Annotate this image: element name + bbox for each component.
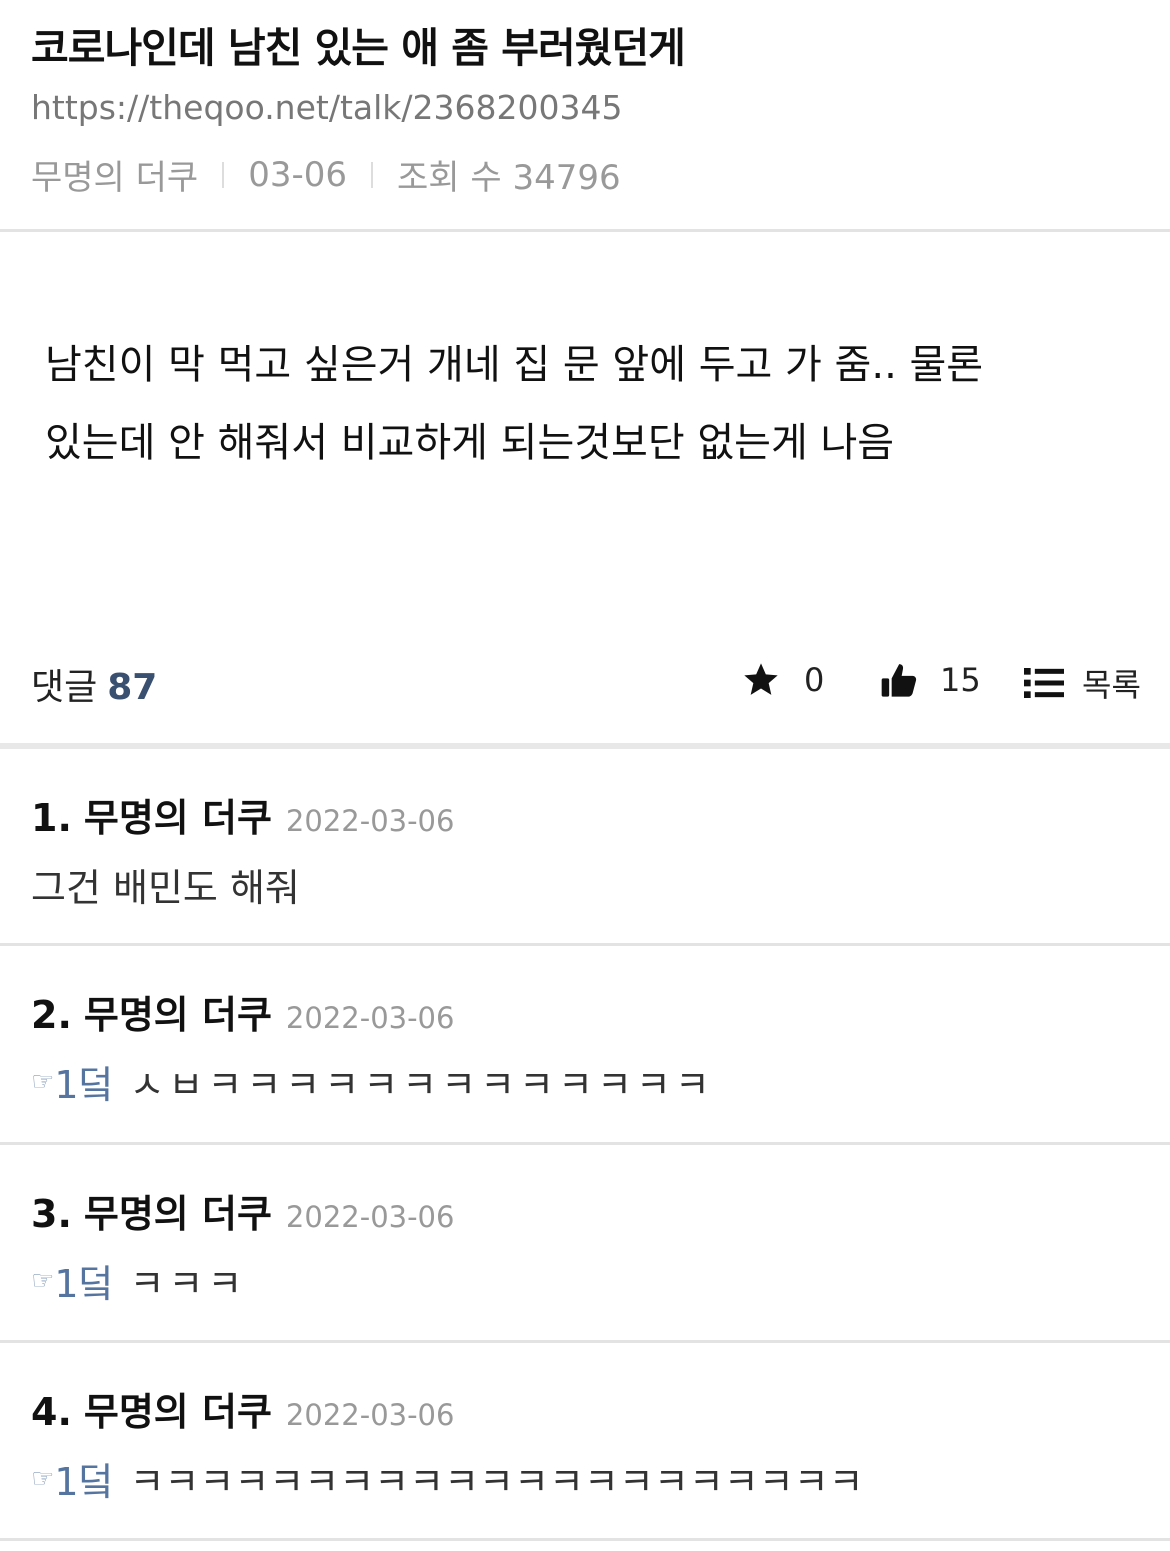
reply-pointer-icon: ☞ xyxy=(31,1066,55,1097)
comment-item: 1. 무명의 더쿠 2022-03-06 그건 배민도 해줘 xyxy=(0,749,1170,946)
comment-number: 2. xyxy=(31,993,72,1037)
post-body-line: 남친이 막 먹고 싶은거 개네 집 문 앞에 두고 가 줌.. 물론 xyxy=(45,342,984,388)
reply-target-link[interactable]: 1덬 xyxy=(54,1451,113,1506)
comment-text: 그건 배민도 해줘 xyxy=(31,857,300,912)
like-count: 15 xyxy=(940,661,981,699)
star-icon xyxy=(740,660,782,700)
post-stats-bar: 댓글 87 0 15 목록 xyxy=(0,640,1170,720)
star-button[interactable]: 0 xyxy=(740,660,824,700)
post-author: 무명의 더쿠 xyxy=(31,158,199,198)
comment-header: 1. 무명의 더쿠 2022-03-06 xyxy=(31,787,454,842)
reply-pointer-icon: ☞ xyxy=(31,1463,55,1494)
post-meta: 무명의 더쿠 03-06 조회 수 34796 xyxy=(31,150,621,199)
comments-count: 87 xyxy=(107,667,158,708)
reply-target-link[interactable]: 1덬 xyxy=(54,1054,113,1109)
comment-text: ☞ 1덬 ㅋㅋㅋㅋㅋㅋㅋㅋㅋㅋㅋㅋㅋㅋㅋㅋㅋㅋㅋㅋㅋ xyxy=(31,1451,864,1506)
comment-date: 2022-03-06 xyxy=(285,1200,455,1234)
reply-pointer-icon: ☞ xyxy=(31,1265,55,1296)
post-body-line: 있는데 안 해줘서 비교하게 되는것보단 없는게 나음 xyxy=(45,420,895,466)
comment-number: 3. xyxy=(31,1192,72,1236)
list-label: 목록 xyxy=(1082,666,1141,704)
comment-author: 무명의 더쿠 xyxy=(83,796,272,840)
comment-author: 무명의 더쿠 xyxy=(83,1192,272,1236)
comment-body: ㅋㅋㅋ xyxy=(129,1262,247,1306)
list-icon xyxy=(1024,666,1064,700)
comment-number: 1. xyxy=(31,796,72,840)
comments-label: 댓글 xyxy=(31,667,98,708)
post-title: 코로나인데 남친 있는 애 좀 부러웠던게 xyxy=(31,24,686,72)
comment-author: 무명의 더쿠 xyxy=(83,1390,272,1434)
meta-separator xyxy=(371,161,374,188)
comment-item: 2. 무명의 더쿠 2022-03-06 ☞ 1덬 ㅅㅂㅋㅋㅋㅋㅋㅋㅋㅋㅋㅋㅋㅋ… xyxy=(0,946,1170,1145)
post-views: 조회 수 34796 xyxy=(397,158,621,198)
comment-date: 2022-03-06 xyxy=(285,1398,455,1432)
comment-date: 2022-03-06 xyxy=(285,804,455,838)
comment-date: 2022-03-06 xyxy=(285,1001,455,1035)
thumbs-up-icon xyxy=(880,660,920,700)
comment-item: 4. 무명의 더쿠 2022-03-06 ☞ 1덬 ㅋㅋㅋㅋㅋㅋㅋㅋㅋㅋㅋㅋㅋㅋ… xyxy=(0,1343,1170,1541)
reply-target-link[interactable]: 1덬 xyxy=(54,1253,113,1308)
comment-header: 2. 무명의 더쿠 2022-03-06 xyxy=(31,984,454,1039)
comment-body: ㅅㅂㅋㅋㅋㅋㅋㅋㅋㅋㅋㅋㅋㅋㅋ xyxy=(129,1063,714,1107)
list-button[interactable]: 목록 xyxy=(1024,660,1141,706)
comment-body: ㅋㅋㅋㅋㅋㅋㅋㅋㅋㅋㅋㅋㅋㅋㅋㅋㅋㅋㅋㅋㅋ xyxy=(129,1460,864,1504)
comment-text: ☞ 1덬 ㅋㅋㅋ xyxy=(31,1253,246,1308)
post-url[interactable]: https://theqoo.net/talk/2368200345 xyxy=(31,88,622,127)
star-count: 0 xyxy=(804,661,825,699)
post-body: 남친이 막 먹고 싶은거 개네 집 문 앞에 두고 가 줌.. 물론 있는데 안… xyxy=(45,326,1135,482)
comment-item: 3. 무명의 더쿠 2022-03-06 ☞ 1덬 ㅋㅋㅋ xyxy=(0,1145,1170,1343)
page: 코로나인데 남친 있는 애 좀 부러웠던게 https://theqoo.net… xyxy=(0,0,1170,1551)
comment-number: 4. xyxy=(31,1390,72,1434)
meta-separator xyxy=(222,161,225,188)
comment-author: 무명의 더쿠 xyxy=(83,993,272,1037)
post-header: 코로나인데 남친 있는 애 좀 부러웠던게 https://theqoo.net… xyxy=(0,0,1170,232)
post-date: 03-06 xyxy=(248,154,348,195)
comment-header: 4. 무명의 더쿠 2022-03-06 xyxy=(31,1381,454,1436)
comment-header: 3. 무명의 더쿠 2022-03-06 xyxy=(31,1183,454,1238)
comment-body: 그건 배민도 해줘 xyxy=(31,866,300,910)
like-button[interactable]: 15 xyxy=(880,660,981,700)
comment-text: ☞ 1덬 ㅅㅂㅋㅋㅋㅋㅋㅋㅋㅋㅋㅋㅋㅋㅋ xyxy=(31,1054,714,1109)
comment-count-label: 댓글 87 xyxy=(31,658,157,710)
